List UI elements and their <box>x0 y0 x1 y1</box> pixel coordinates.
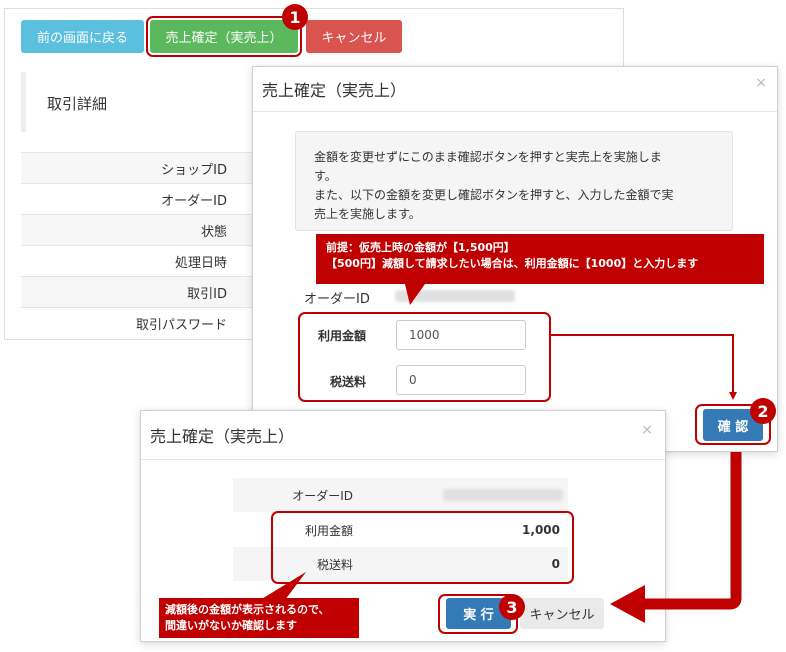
detail-row-shop-id: ショップID <box>21 152 261 183</box>
summary-order-id-redacted <box>443 489 563 501</box>
callout-verify: 減額後の金額が表示されるので、 間違いがないか確認します <box>159 598 359 638</box>
step-badge-2: 2 <box>750 398 776 424</box>
highlight-summary <box>271 511 574 584</box>
callout-line: 【500円】減額して請求したい場合は、利用金額に【1000】と入力します <box>326 257 699 270</box>
close-icon[interactable]: × <box>641 422 653 438</box>
modal-title: 売上確定（実売上） <box>150 427 295 446</box>
back-button[interactable]: 前の画面に戻る <box>21 20 144 53</box>
modal-cancel-button[interactable]: キャンセル <box>520 598 604 629</box>
callout-premise: 前提：仮売上時の金額が【1,500円】 【500円】減額して請求したい場合は、利… <box>316 234 764 284</box>
detail-row-order-id: オーダーID <box>21 183 261 214</box>
modal-title: 売上確定（実売上） <box>262 81 407 100</box>
order-id-label: オーダーID <box>304 292 370 307</box>
highlight-amount-fields <box>298 312 551 402</box>
info-message: 金額を変更せずにこのまま確認ボタンを押すと実売上を実施しま す。 また、以下の金… <box>295 131 733 231</box>
detail-table: ショップID オーダーID 状態 処理日時 取引ID 取引パスワード <box>21 152 261 338</box>
info-line: また、以下の金額を変更し確認ボタンを押すと、入力した金額で実 <box>314 188 674 202</box>
detail-row-transaction-id: 取引ID <box>21 276 261 307</box>
panel-title: 取引詳細 <box>47 95 108 113</box>
modal-divider <box>141 459 665 460</box>
cancel-button[interactable]: キャンセル <box>306 20 402 53</box>
step-badge-3: 3 <box>499 594 525 620</box>
step-badge-1: 1 <box>282 4 308 30</box>
modal-divider <box>253 111 777 112</box>
summary-row-order-id: オーダーID <box>233 478 568 512</box>
detail-row-transaction-password: 取引パスワード <box>21 307 261 338</box>
detail-row-status: 状態 <box>21 214 261 245</box>
highlight-confirm-sale <box>146 16 302 57</box>
callout-line: 前提：仮売上時の金額が【1,500円】 <box>326 241 515 254</box>
callout-line: 間違いがないか確認します <box>165 619 297 632</box>
callout-line: 減額後の金額が表示されるので、 <box>165 603 330 616</box>
info-line: す。 <box>314 169 337 183</box>
order-id-value-redacted <box>395 290 515 302</box>
close-icon[interactable]: × <box>755 75 767 91</box>
info-line: 金額を変更せずにこのまま確認ボタンを押すと実売上を実施しま <box>314 150 662 164</box>
detail-row-processed-at: 処理日時 <box>21 245 261 276</box>
screenshot-stage: 前の画面に戻る 売上確定（実売上） キャンセル 取引詳細 ショップID オーダー… <box>0 0 786 652</box>
info-line: 売上を実施します。 <box>314 207 421 221</box>
summary-order-id-label: オーダーID <box>292 488 353 503</box>
